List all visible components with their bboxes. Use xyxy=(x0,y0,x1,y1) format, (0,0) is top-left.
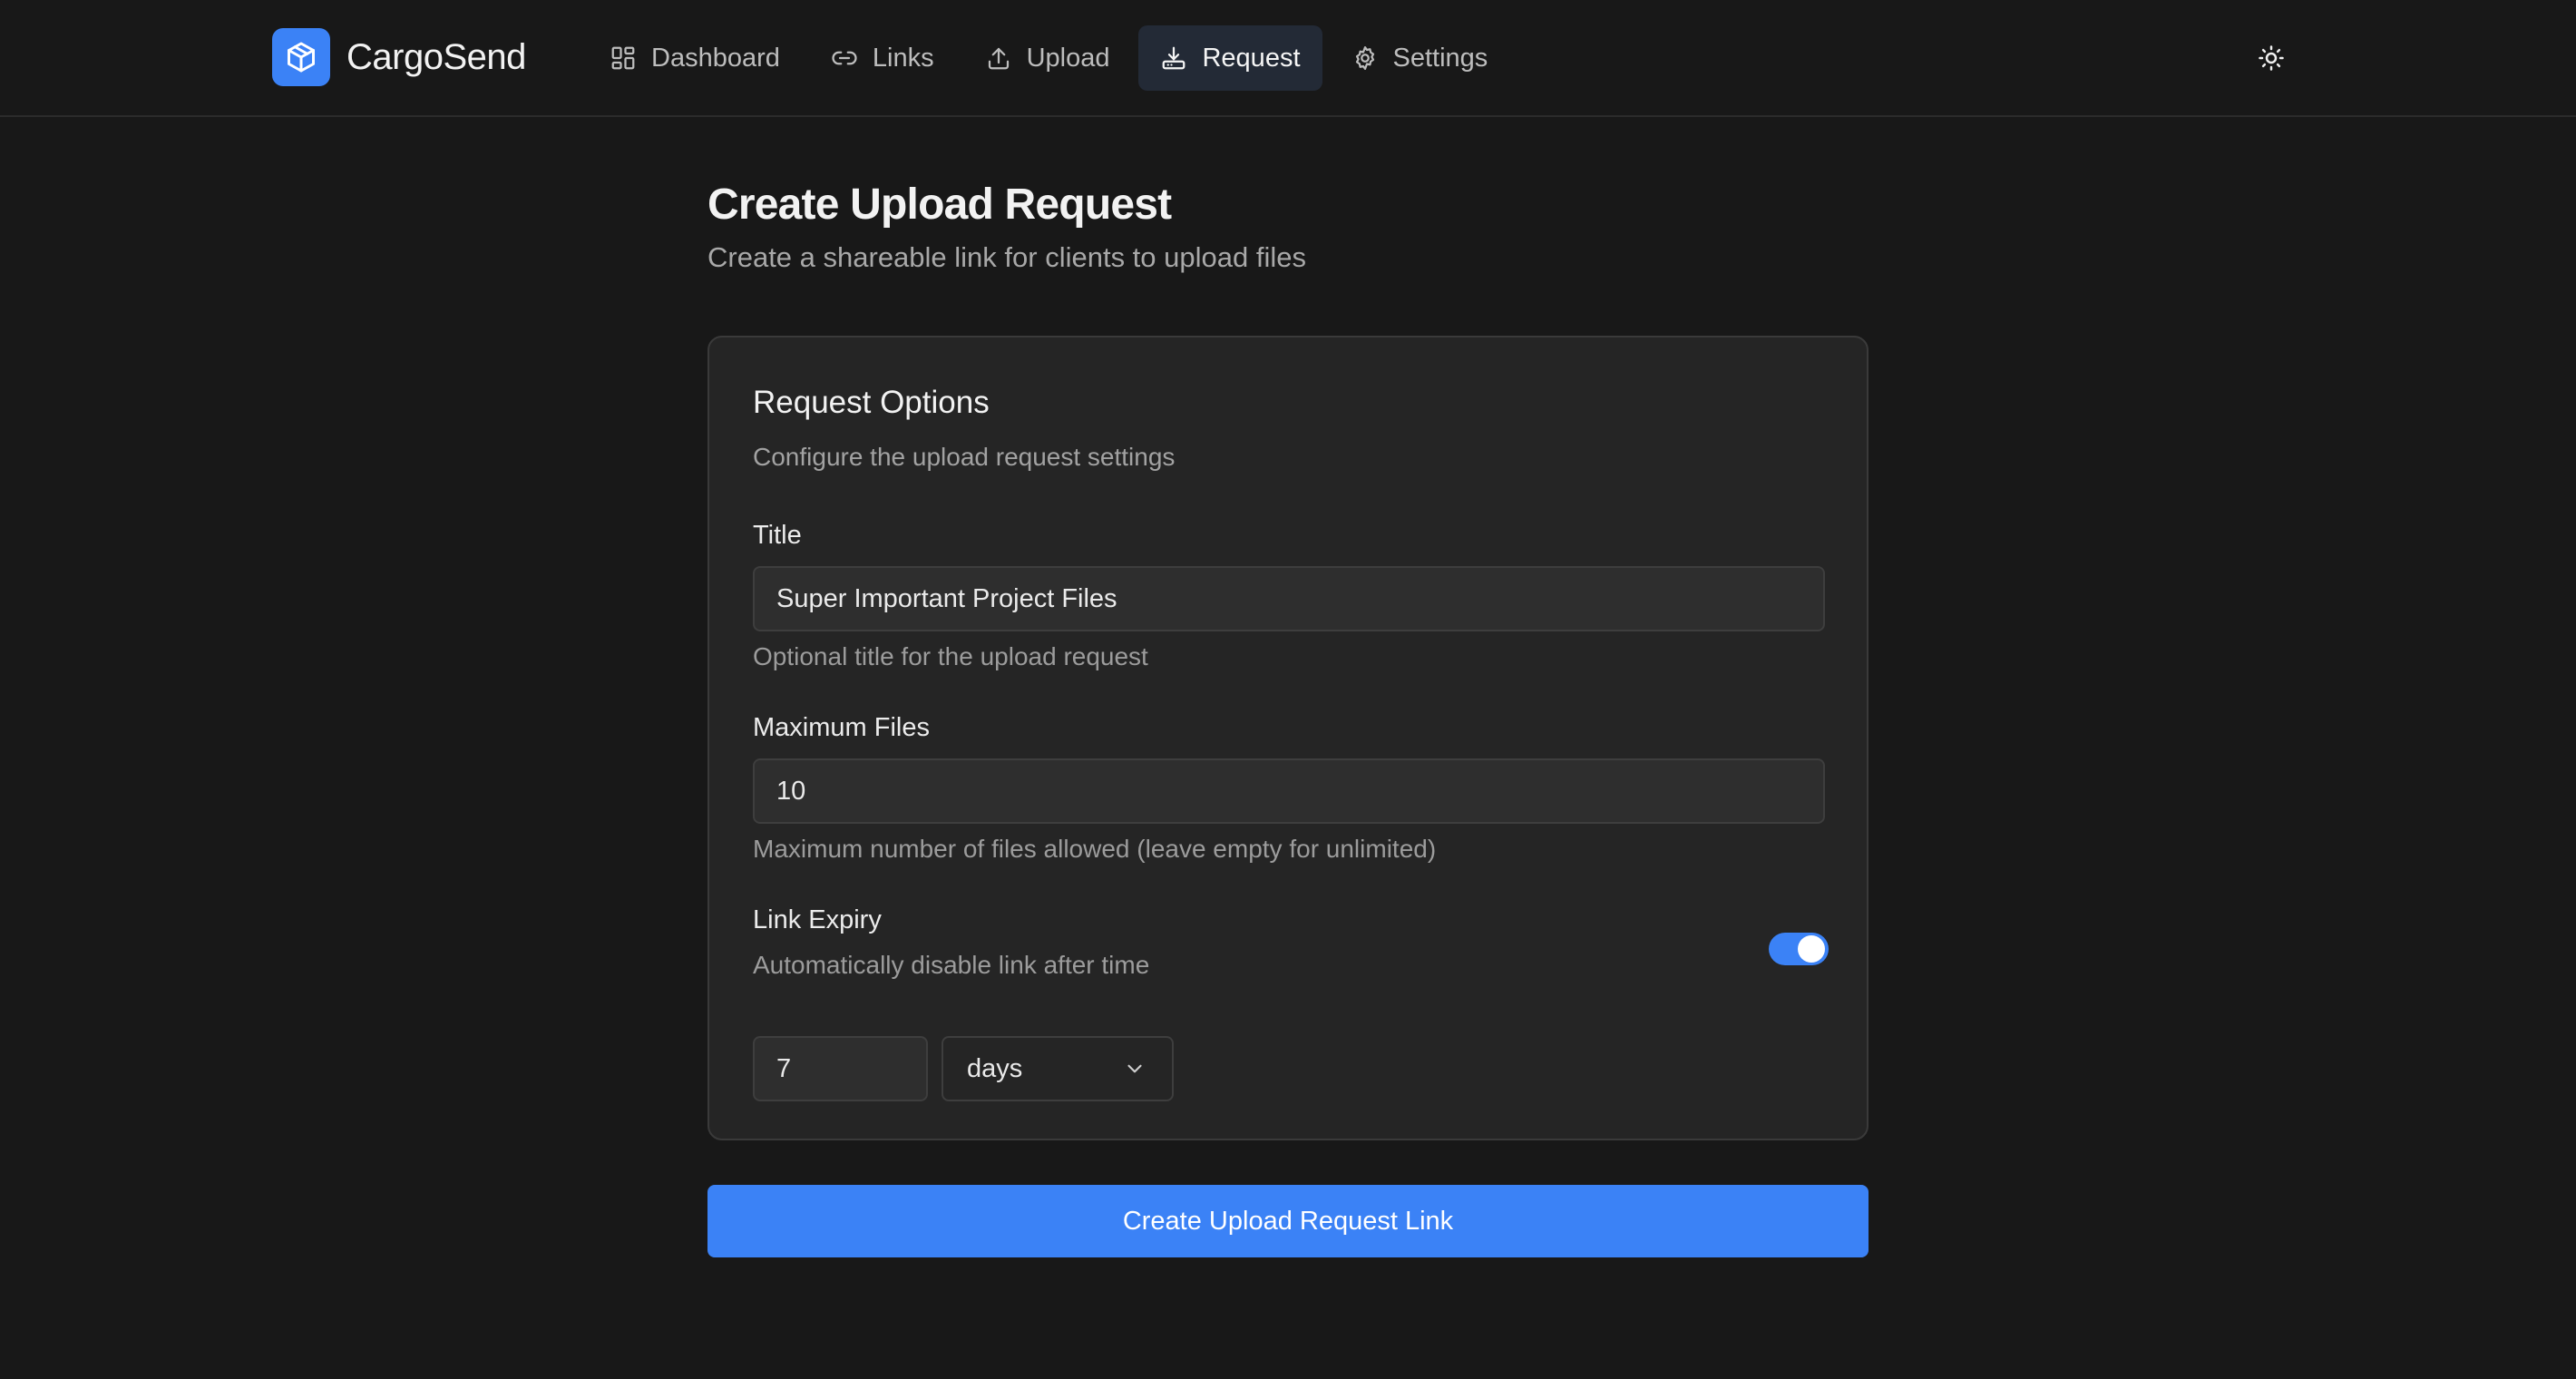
link-expiry-toggle[interactable] xyxy=(1769,933,1829,965)
nav-label: Links xyxy=(872,43,934,73)
app-name: CargoSend xyxy=(346,36,526,77)
main-nav: Dashboard Links Upload Request Settings xyxy=(588,25,1517,91)
nav-item-links[interactable]: Links xyxy=(809,25,956,91)
link-expiry-label: Link Expiry xyxy=(753,905,882,934)
gear-icon xyxy=(1351,44,1379,72)
expiry-unit-select[interactable]: days xyxy=(942,1036,1174,1101)
card-title: Request Options xyxy=(753,385,990,420)
cube-logo-icon xyxy=(272,28,330,86)
upload-icon xyxy=(985,44,1012,72)
nav-item-upload[interactable]: Upload xyxy=(963,25,1132,91)
card-description: Configure the upload request settings xyxy=(753,443,1176,471)
theme-toggle-button[interactable] xyxy=(2251,36,2291,80)
page-title: Create Upload Request xyxy=(707,181,1172,229)
title-help: Optional title for the upload request xyxy=(753,642,1148,670)
create-request-link-button[interactable]: Create Upload Request Link xyxy=(707,1185,1869,1257)
nav-item-dashboard[interactable]: Dashboard xyxy=(588,25,802,91)
title-label: Title xyxy=(753,521,802,550)
nav-item-request[interactable]: Request xyxy=(1138,25,1322,91)
expiry-unit-value: days xyxy=(967,1053,1023,1083)
max-files-input[interactable] xyxy=(753,758,1825,824)
link-expiry-help: Automatically disable link after time xyxy=(753,951,1150,979)
nav-label: Dashboard xyxy=(651,43,780,73)
main-content: Create Upload Request Create a shareable… xyxy=(707,172,1869,1257)
nav-label: Settings xyxy=(1392,43,1488,73)
nav-item-settings[interactable]: Settings xyxy=(1330,25,1510,91)
nav-label: Request xyxy=(1202,43,1301,73)
link-icon xyxy=(831,44,858,72)
max-files-help: Maximum number of files allowed (leave e… xyxy=(753,835,1437,863)
download-tray-icon xyxy=(1160,44,1187,72)
page-subtitle: Create a shareable link for clients to u… xyxy=(707,241,1306,273)
max-files-label: Maximum Files xyxy=(753,713,930,742)
title-input[interactable] xyxy=(753,566,1825,631)
request-options-card: Request Options Configure the upload req… xyxy=(707,336,1869,1140)
brand[interactable]: CargoSend xyxy=(272,28,526,86)
toggle-knob xyxy=(1798,935,1825,963)
sun-icon xyxy=(2258,44,2285,72)
top-navbar: CargoSend Dashboard Links Upload Request… xyxy=(0,0,2576,117)
nav-label: Upload xyxy=(1026,43,1110,73)
expiry-amount-input[interactable] xyxy=(753,1036,928,1101)
dashboard-icon xyxy=(610,44,637,72)
chevron-down-icon xyxy=(1123,1057,1147,1081)
